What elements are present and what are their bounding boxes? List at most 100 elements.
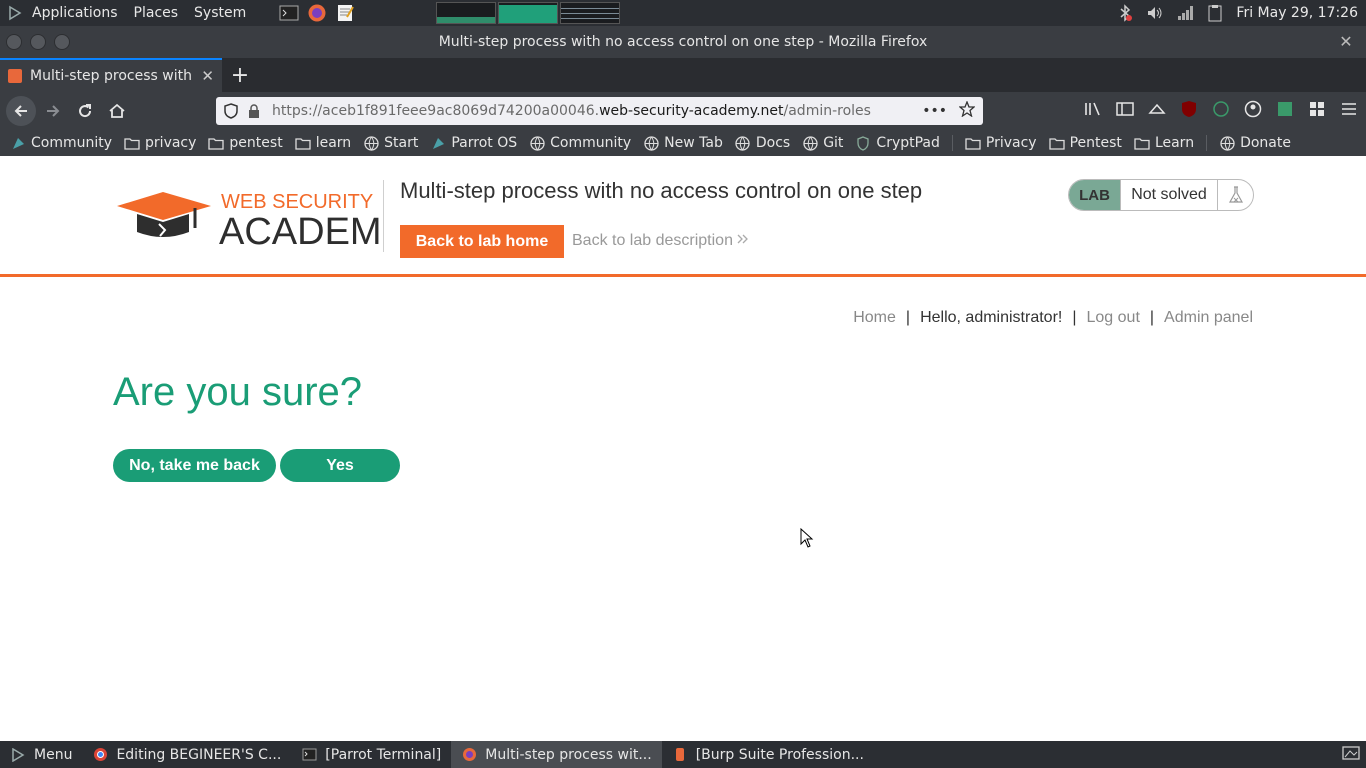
- bookmark-label: Git: [823, 135, 844, 151]
- text-editor-launcher-icon[interactable]: [334, 2, 356, 24]
- container-icon[interactable]: [1148, 100, 1166, 118]
- lab-description-label: Back to lab description: [572, 232, 733, 249]
- bookmark-label: Start: [384, 135, 419, 151]
- academy-logo[interactable]: WEB SECURITY ACADEMY: [115, 184, 407, 253]
- network-monitor: [560, 2, 621, 24]
- bookmark-label: pentest: [229, 135, 283, 151]
- lab-title: Multi-step process with no access contro…: [400, 178, 923, 203]
- forward-button[interactable]: [38, 96, 68, 126]
- taskbar-window-button[interactable]: Multi-step process wit...: [451, 741, 662, 768]
- bookmark-item[interactable]: pentest: [208, 135, 283, 151]
- places-menu[interactable]: Places: [126, 0, 187, 26]
- extensions-grid-icon[interactable]: [1308, 100, 1326, 118]
- chrome-icon: [92, 747, 108, 763]
- system-menu[interactable]: System: [186, 0, 254, 26]
- volume-icon[interactable]: [1146, 4, 1164, 22]
- sidebar-icon[interactable]: [1116, 100, 1134, 118]
- url-bar[interactable]: https://aceb1f891feee9ac8069d74200a00046…: [216, 97, 983, 125]
- window-maximize-button[interactable]: [54, 34, 70, 50]
- new-tab-button[interactable]: +: [222, 58, 258, 92]
- confirm-yes-button[interactable]: Yes: [280, 449, 400, 482]
- bookmark-separator: [951, 135, 953, 151]
- window-titlebar: Multi-step process with no access contro…: [0, 26, 1366, 58]
- window-close-button[interactable]: [6, 34, 22, 50]
- taskbar-window-label: Editing BEGINEER'S C...: [116, 746, 282, 763]
- bookmark-item[interactable]: Start: [363, 135, 418, 151]
- bookmark-item[interactable]: New Tab: [643, 135, 723, 151]
- reload-button[interactable]: [70, 96, 100, 126]
- bookmark-item[interactable]: learn: [295, 135, 351, 151]
- bookmark-label: Donate: [1240, 135, 1291, 151]
- url-host: web-security-academy.net: [599, 103, 784, 119]
- cancel-button[interactable]: No, take me back: [113, 449, 276, 482]
- window-minimize-button[interactable]: [30, 34, 46, 50]
- bookmark-item[interactable]: Docs: [735, 135, 790, 151]
- clock[interactable]: Fri May 29, 17:26: [1236, 5, 1358, 21]
- bookmark-item[interactable]: privacy: [124, 135, 196, 151]
- window-close-x-icon[interactable]: ✕: [1336, 32, 1356, 52]
- admin-panel-link[interactable]: Admin panel: [1164, 309, 1253, 327]
- lock-icon[interactable]: [248, 104, 262, 118]
- browser-tab[interactable]: Multi-step process with no access contro…: [0, 58, 222, 92]
- parrot-icon: [10, 136, 26, 150]
- bookmark-item[interactable]: Privacy: [965, 135, 1037, 151]
- parrot-menu-icon[interactable]: [6, 4, 24, 22]
- nav-separator: |: [1149, 309, 1155, 326]
- network-signal-icon[interactable]: [1176, 4, 1194, 22]
- ublock-icon[interactable]: [1180, 100, 1198, 118]
- tab-title: Multi-step process with no access contro…: [30, 68, 193, 84]
- bookmark-label: privacy: [145, 135, 197, 151]
- home-button[interactable]: [102, 96, 132, 126]
- taskbar-window-button[interactable]: Editing BEGINEER'S C...: [82, 741, 291, 768]
- url-path: /admin-roles: [783, 103, 871, 119]
- taskbar-window-label: Multi-step process wit...: [485, 746, 652, 763]
- page-actions-icon[interactable]: •••: [922, 103, 947, 119]
- start-menu-button[interactable]: Menu: [0, 741, 82, 768]
- taskbar-window-button[interactable]: [Burp Suite Profession...: [662, 741, 874, 768]
- bookmark-item[interactable]: Donate: [1219, 135, 1291, 151]
- back-button[interactable]: [6, 96, 36, 126]
- taskbar-window-label: [Parrot Terminal]: [325, 746, 442, 763]
- nav-separator: |: [905, 309, 911, 326]
- tab-close-icon[interactable]: ✕: [201, 67, 214, 85]
- terminal-launcher-icon[interactable]: [278, 2, 300, 24]
- confirm-heading: Are you sure?: [113, 370, 363, 414]
- clipboard-icon[interactable]: [1206, 4, 1224, 22]
- back-to-lab-description-link[interactable]: Back to lab description: [572, 232, 749, 250]
- applications-menu[interactable]: Applications: [24, 0, 126, 26]
- show-desktop-icon[interactable]: [1342, 745, 1366, 765]
- double-chevron-icon: [737, 232, 749, 249]
- extension-s-icon[interactable]: [1276, 100, 1294, 118]
- terminal-icon: [301, 747, 317, 763]
- globe-icon: [643, 135, 659, 151]
- url-prefix: https://aceb1f891feee9ac8069d74200a00046…: [272, 103, 600, 119]
- lab-status-widget[interactable]: LAB Not solved: [1068, 179, 1254, 211]
- bookmark-star-icon[interactable]: [958, 100, 976, 121]
- bookmark-item[interactable]: Pentest: [1048, 135, 1122, 151]
- bookmark-item[interactable]: Git: [802, 135, 843, 151]
- academy-header: WEB SECURITY ACADEMY Multi-step process …: [0, 156, 1366, 277]
- hamburger-menu-icon[interactable]: [1340, 100, 1358, 118]
- bookmarks-toolbar: Community privacy pentest learn Start Parrot …: [0, 130, 1366, 156]
- firefox-launcher-icon[interactable]: [306, 2, 328, 24]
- back-to-lab-home-button[interactable]: Back to lab home: [400, 225, 564, 258]
- bookmark-label: Pentest: [1069, 135, 1122, 151]
- library-icon[interactable]: [1084, 100, 1102, 118]
- taskbar-window-button[interactable]: [Parrot Terminal]: [291, 741, 451, 768]
- bluetooth-icon[interactable]: [1116, 4, 1134, 22]
- flask-icon: [1217, 180, 1253, 210]
- bookmark-item[interactable]: Community: [529, 135, 631, 151]
- logout-link[interactable]: Log out: [1087, 309, 1140, 327]
- tracking-shield-icon[interactable]: [224, 103, 240, 119]
- bookmark-item[interactable]: Learn: [1134, 135, 1194, 151]
- bookmark-item[interactable]: Community: [10, 135, 112, 151]
- greeting-text: Hello, administrator!: [920, 309, 1063, 326]
- home-link[interactable]: Home: [853, 309, 896, 327]
- account-icon[interactable]: [1244, 100, 1262, 118]
- extension-globe-icon[interactable]: [1212, 100, 1230, 118]
- firefox-icon: [461, 747, 477, 763]
- bookmark-item[interactable]: Parrot OS: [430, 135, 517, 151]
- burp-icon: [672, 747, 688, 763]
- bookmark-item[interactable]: CryptPad: [855, 135, 940, 151]
- globe-icon: [363, 135, 379, 151]
